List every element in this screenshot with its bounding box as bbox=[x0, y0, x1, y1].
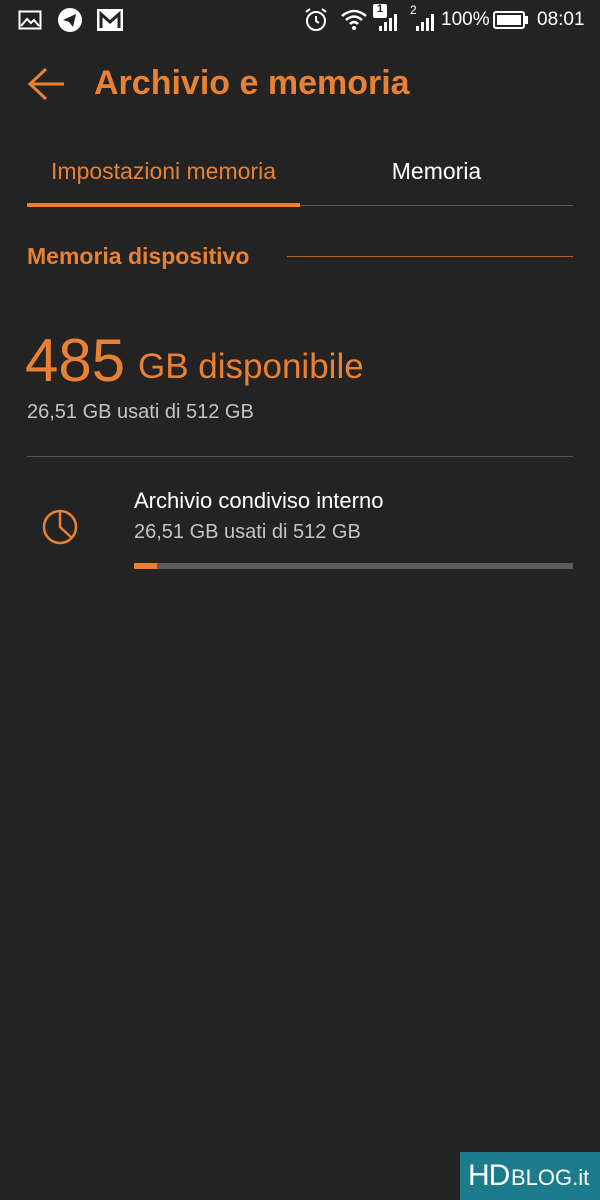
status-bar: 1 2 100% 08:01 bbox=[0, 0, 600, 40]
hdblog-watermark: HD BLOG.it bbox=[460, 1152, 600, 1200]
alarm-icon bbox=[304, 7, 328, 38]
storage-progress-fill bbox=[134, 563, 157, 569]
available-unit: GB disponibile bbox=[138, 347, 364, 386]
clock: 08:01 bbox=[537, 9, 585, 30]
telegram-icon bbox=[57, 7, 83, 38]
gallery-icon bbox=[18, 10, 42, 35]
arrow-back-icon bbox=[26, 66, 66, 107]
back-button[interactable] bbox=[22, 60, 72, 110]
wifi-icon bbox=[340, 7, 368, 38]
tab-bar: Impostazioni memoria Memoria bbox=[27, 145, 573, 207]
signal-icon bbox=[414, 12, 438, 37]
storage-item-title: Archivio condiviso interno bbox=[134, 488, 384, 513]
storage-item-subtitle: 26,51 GB usati di 512 GB bbox=[134, 521, 361, 543]
used-summary: 26,51 GB usati di 512 GB bbox=[27, 401, 254, 423]
watermark-hd: HD bbox=[468, 1159, 510, 1192]
storage-item-internal-shared[interactable]: Archivio condiviso interno 26,51 GB usat… bbox=[27, 470, 573, 580]
tab-memoria[interactable]: Memoria bbox=[300, 145, 573, 205]
battery-percent: 100% bbox=[441, 9, 490, 30]
tab-impostazioni-memoria[interactable]: Impostazioni memoria bbox=[27, 145, 300, 205]
summary-divider bbox=[27, 456, 573, 457]
section-divider bbox=[287, 256, 573, 257]
section-title: Memoria dispositivo bbox=[27, 243, 250, 269]
battery-icon bbox=[493, 11, 529, 34]
watermark-blog: BLOG.it bbox=[511, 1165, 590, 1190]
gmail-icon bbox=[96, 8, 124, 37]
storage-progress-bar bbox=[134, 563, 573, 569]
pie-chart-icon bbox=[41, 508, 79, 546]
tab-indicator bbox=[27, 203, 300, 207]
signal-icon bbox=[377, 12, 401, 37]
page-title: Archivio e memoria bbox=[94, 64, 410, 102]
available-number: 485 bbox=[25, 327, 126, 394]
